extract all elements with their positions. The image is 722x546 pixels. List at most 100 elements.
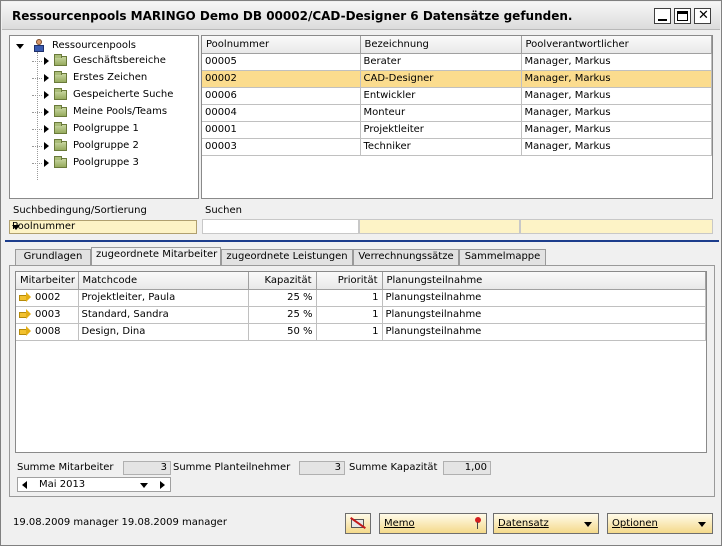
month-value: Mai 2013 xyxy=(39,479,86,490)
cell-matchcode[interactable]: Design, Dina xyxy=(78,323,249,341)
column-header-poolverantwortlicher[interactable]: Poolverantwortlicher xyxy=(521,36,712,54)
search-input-poolverantwortlicher[interactable] xyxy=(520,219,713,234)
expand-arrow-icon[interactable] xyxy=(44,125,49,133)
cell-poolnummer[interactable]: 00006 xyxy=(202,87,361,105)
cell-verantwortlicher[interactable]: Manager, Markus xyxy=(521,70,712,88)
table-header-row: Poolnummer Bezeichnung Poolverantwortlic… xyxy=(202,36,712,54)
options-button-label: Optionen xyxy=(612,518,658,529)
cell-bezeichnung[interactable]: Projektleiter xyxy=(360,121,522,139)
table-row[interactable]: 00005 Berater Manager, Markus xyxy=(202,53,712,71)
table-row[interactable]: 0003 Standard, Sandra 25 % 1 Planungstei… xyxy=(16,306,706,324)
cell-verantwortlicher[interactable]: Manager, Markus xyxy=(521,104,712,122)
cell-prioritaet[interactable]: 1 xyxy=(316,289,383,307)
cell-verantwortlicher[interactable]: Manager, Markus xyxy=(521,121,712,139)
cell-mitarbeiter[interactable]: 0008 xyxy=(16,323,79,341)
tree-item-label: Poolgruppe 2 xyxy=(73,140,139,151)
memo-button-label: Memo xyxy=(384,518,415,529)
expand-arrow-icon[interactable] xyxy=(44,159,49,167)
tab-zugeordnete-mitarbeiter[interactable]: zugeordnete Mitarbeiter xyxy=(91,247,221,266)
search-input-poolnummer[interactable] xyxy=(202,219,359,234)
options-button[interactable]: Optionen xyxy=(607,513,713,534)
sort-select[interactable]: Poolnummer xyxy=(9,220,197,234)
link-arrow-icon[interactable] xyxy=(19,309,31,319)
pool-tree: Ressourcenpools Geschäftsbereiche Erstes… xyxy=(9,35,199,199)
expand-arrow-icon[interactable] xyxy=(44,108,49,116)
expand-arrow-icon[interactable] xyxy=(44,57,49,65)
cell-kapazitaet[interactable]: 50 % xyxy=(248,323,317,341)
cell-kapazitaet[interactable]: 25 % xyxy=(248,306,317,324)
table-row[interactable]: 00001 Projektleiter Manager, Markus xyxy=(202,121,712,139)
cell-kapazitaet[interactable]: 25 % xyxy=(248,289,317,307)
folder-icon xyxy=(54,71,67,83)
column-header-matchcode[interactable]: Matchcode xyxy=(78,272,249,290)
cell-prioritaet[interactable]: 1 xyxy=(316,323,383,341)
chevron-down-icon[interactable] xyxy=(16,44,24,49)
expand-arrow-icon[interactable] xyxy=(44,142,49,150)
chevron-down-icon[interactable] xyxy=(140,483,148,488)
close-button[interactable]: ✕ xyxy=(694,8,711,24)
tab-grundlagen[interactable]: Grundlagen xyxy=(15,249,91,265)
table-row[interactable]: 00003 Techniker Manager, Markus xyxy=(202,138,712,156)
cell-verantwortlicher[interactable]: Manager, Markus xyxy=(521,87,712,105)
cell-bezeichnung[interactable]: Berater xyxy=(360,53,522,71)
tree-item-label: Erstes Zeichen xyxy=(73,72,148,83)
cell-poolnummer[interactable]: 00001 xyxy=(202,121,361,139)
tab-zugeordnete-leistungen[interactable]: zugeordnete Leistungen xyxy=(221,249,353,265)
tab-sammelmappe[interactable]: Sammelmappe xyxy=(459,249,546,265)
table-row[interactable]: 0008 Design, Dina 50 % 1 Planungsteilnah… xyxy=(16,323,706,341)
column-header-bezeichnung[interactable]: Bezeichnung xyxy=(360,36,522,54)
records-button[interactable]: Datensatz xyxy=(493,513,599,534)
cell-matchcode[interactable]: Projektleiter, Paula xyxy=(78,289,249,307)
month-prev-icon[interactable] xyxy=(22,481,27,489)
tree-item-label: Gespeicherte Suche xyxy=(73,89,174,100)
no-filter-button[interactable] xyxy=(345,513,371,534)
tab-verrechnungssaetze[interactable]: Verrechnungssätze xyxy=(353,249,459,265)
filter-off-icon xyxy=(350,517,366,530)
cell-bezeichnung[interactable]: Monteur xyxy=(360,104,522,122)
column-header-planungsteilnahme[interactable]: Planungsteilnahme xyxy=(382,272,706,290)
cell-matchcode[interactable]: Standard, Sandra xyxy=(78,306,249,324)
table-row[interactable]: 0002 Projektleiter, Paula 25 % 1 Planung… xyxy=(16,289,706,307)
cell-planungsteilnahme[interactable]: Planungsteilnahme xyxy=(382,323,706,341)
cell-poolnummer[interactable]: 00004 xyxy=(202,104,361,122)
cell-verantwortlicher[interactable]: Manager, Markus xyxy=(521,138,712,156)
cell-planungsteilnahme[interactable]: Planungsteilnahme xyxy=(382,289,706,307)
cell-mitarbeiter[interactable]: 0002 xyxy=(16,289,79,307)
expand-arrow-icon[interactable] xyxy=(44,91,49,99)
summe-mitarbeiter-label: Summe Mitarbeiter xyxy=(17,462,114,473)
table-row[interactable]: 00006 Entwickler Manager, Markus xyxy=(202,87,712,105)
column-header-prioritaet[interactable]: Priorität xyxy=(316,272,383,290)
table-row-selected[interactable]: 00002 CAD-Designer Manager, Markus xyxy=(202,70,712,88)
cell-bezeichnung[interactable]: Entwickler xyxy=(360,87,522,105)
resource-pool-icon xyxy=(34,39,46,52)
summe-planteilnehmer-label: Summe Planteilnehmer xyxy=(173,462,291,473)
maximize-button[interactable] xyxy=(674,8,691,24)
minimize-button[interactable] xyxy=(654,8,671,24)
month-next-icon[interactable] xyxy=(160,481,165,489)
column-header-kapazitaet[interactable]: Kapazität xyxy=(248,272,317,290)
table-row[interactable]: 00004 Monteur Manager, Markus xyxy=(202,104,712,122)
cell-poolnummer[interactable]: 00003 xyxy=(202,138,361,156)
pool-table: Poolnummer Bezeichnung Poolverantwortlic… xyxy=(201,35,713,199)
tree-root-label: Ressourcenpools xyxy=(52,40,136,51)
cell-planungsteilnahme[interactable]: Planungsteilnahme xyxy=(382,306,706,324)
search-input-bezeichnung[interactable] xyxy=(359,219,520,234)
cell-prioritaet[interactable]: 1 xyxy=(316,306,383,324)
memo-button[interactable]: Memo xyxy=(379,513,487,534)
link-arrow-icon[interactable] xyxy=(19,326,31,336)
close-icon: ✕ xyxy=(698,8,709,23)
chevron-down-icon[interactable] xyxy=(12,225,20,230)
expand-arrow-icon[interactable] xyxy=(44,74,49,82)
folder-icon xyxy=(54,88,67,100)
staff-table: Mitarbeiter Matchcode Kapazität Prioritä… xyxy=(15,271,707,453)
column-header-poolnummer[interactable]: Poolnummer xyxy=(202,36,361,54)
cell-mitarbeiter[interactable]: 0003 xyxy=(16,306,79,324)
month-selector[interactable]: Mai 2013 xyxy=(17,477,171,492)
cell-bezeichnung[interactable]: Techniker xyxy=(360,138,522,156)
link-arrow-icon[interactable] xyxy=(19,292,31,302)
cell-poolnummer[interactable]: 00005 xyxy=(202,53,361,71)
cell-verantwortlicher[interactable]: Manager, Markus xyxy=(521,53,712,71)
column-header-mitarbeiter[interactable]: Mitarbeiter xyxy=(16,272,79,290)
cell-bezeichnung[interactable]: CAD-Designer xyxy=(360,70,522,88)
cell-poolnummer[interactable]: 00002 xyxy=(202,70,361,88)
